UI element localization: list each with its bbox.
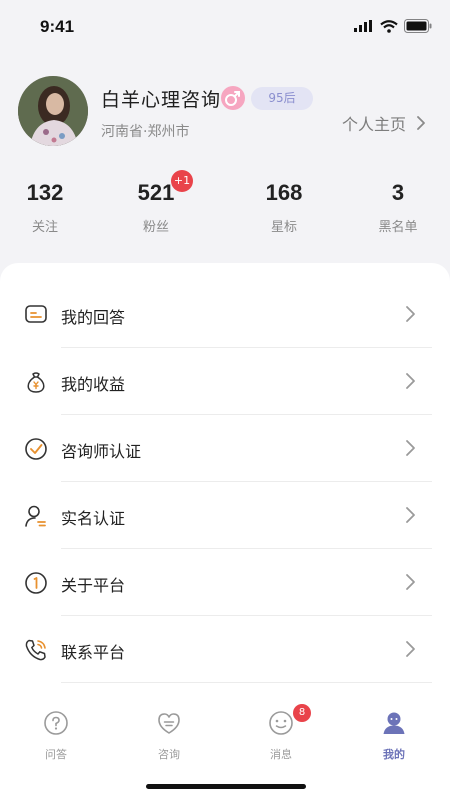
tab-label: 我的 — [383, 748, 405, 761]
status-time: 9:41 — [40, 17, 75, 36]
avatar[interactable] — [18, 76, 88, 146]
chevron-right-icon — [406, 574, 415, 590]
stat-value: 3 — [391, 180, 405, 205]
male-gender-icon — [221, 86, 245, 110]
stat-label: 黑名单 — [378, 220, 418, 235]
status-icons — [354, 18, 432, 34]
chevron-right-icon — [406, 507, 415, 523]
wifi-icon — [380, 19, 398, 33]
menu-item-my-answers[interactable]: 我的回答 — [0, 281, 450, 348]
stat-label: 星标 — [270, 220, 297, 235]
tab-label: 咨询 — [158, 748, 180, 761]
tab-messages[interactable]: 消息 8 — [241, 704, 321, 762]
consult-icon — [158, 713, 180, 734]
tab-consult[interactable]: 咨询 — [129, 710, 209, 762]
age-badge: 95后 — [251, 87, 313, 110]
menu-item-label: 关于平台 — [61, 576, 126, 595]
stat-following[interactable]: 132 关注 — [0, 180, 90, 235]
menu-item-label: 我的回答 — [61, 308, 126, 327]
chevron-right-icon — [406, 641, 415, 657]
answer-icon — [25, 305, 47, 323]
question-icon — [44, 711, 68, 735]
money-bag-icon — [27, 372, 45, 393]
profile-icon — [383, 712, 405, 734]
stat-starred[interactable]: 168 星标 — [239, 180, 329, 235]
personal-homepage-label: 个人主页 — [341, 115, 406, 134]
menu-item-label: 我的收益 — [61, 375, 126, 394]
chevron-right-icon — [406, 306, 415, 322]
menu-item-label: 实名认证 — [61, 509, 126, 528]
stat-label: 关注 — [31, 220, 58, 235]
bottom-tab-bar: 问答 咨询 消息 8 我的 — [0, 700, 450, 770]
profile-header: 白羊心理咨询 95后 河南省·郑州市 个人主页 — [18, 76, 432, 148]
user-name: 白羊心理咨询 — [101, 89, 222, 111]
message-icon — [269, 711, 293, 735]
phone-icon — [25, 639, 46, 661]
stat-blacklist[interactable]: 3 黑名单 — [353, 180, 443, 235]
menu-item-contact-platform[interactable]: 联系平台 — [0, 616, 450, 683]
chevron-right-icon — [417, 116, 425, 130]
info-circle-icon — [25, 572, 47, 594]
menu-item-my-earnings[interactable]: 我的收益 — [0, 348, 450, 415]
user-location: 河南省·郑州市 — [101, 124, 190, 140]
home-indicator — [146, 784, 306, 789]
check-circle-icon — [25, 438, 47, 460]
new-followers-badge: +1 — [171, 170, 193, 192]
stat-label: 粉丝 — [142, 220, 169, 235]
cellular-signal-icon — [354, 20, 372, 32]
chevron-right-icon — [406, 440, 415, 456]
menu-list: 我的回答 我的收益 咨询师认证 实名认证 关于平台 联系平台 — [0, 281, 450, 683]
divider — [61, 682, 432, 683]
menu-item-about-platform[interactable]: 关于平台 — [0, 549, 450, 616]
tab-qa[interactable]: 问答 — [16, 710, 96, 762]
menu-item-label: 咨询师认证 — [61, 442, 142, 461]
battery-icon — [404, 19, 432, 33]
stat-followers[interactable]: 521 粉丝 +1 — [111, 170, 201, 235]
menu-item-label: 联系平台 — [61, 643, 126, 662]
tab-mine[interactable]: 我的 — [354, 710, 434, 762]
stat-value: 132 — [26, 180, 64, 205]
stat-value: 168 — [265, 180, 303, 205]
user-verify-icon — [25, 505, 46, 527]
stats-row: 132 关注 521 粉丝 +1 168 星标 3 黑名单 — [0, 170, 450, 244]
tab-label: 问答 — [45, 748, 67, 761]
menu-item-counselor-certification[interactable]: 咨询师认证 — [0, 415, 450, 482]
menu-item-real-name-verification[interactable]: 实名认证 — [0, 482, 450, 549]
chevron-right-icon — [406, 373, 415, 389]
unread-messages-badge: 8 — [293, 704, 311, 722]
status-bar: 9:41 — [0, 0, 450, 56]
tab-label: 消息 — [270, 748, 292, 761]
personal-homepage-link[interactable]: 个人主页 — [342, 111, 426, 135]
